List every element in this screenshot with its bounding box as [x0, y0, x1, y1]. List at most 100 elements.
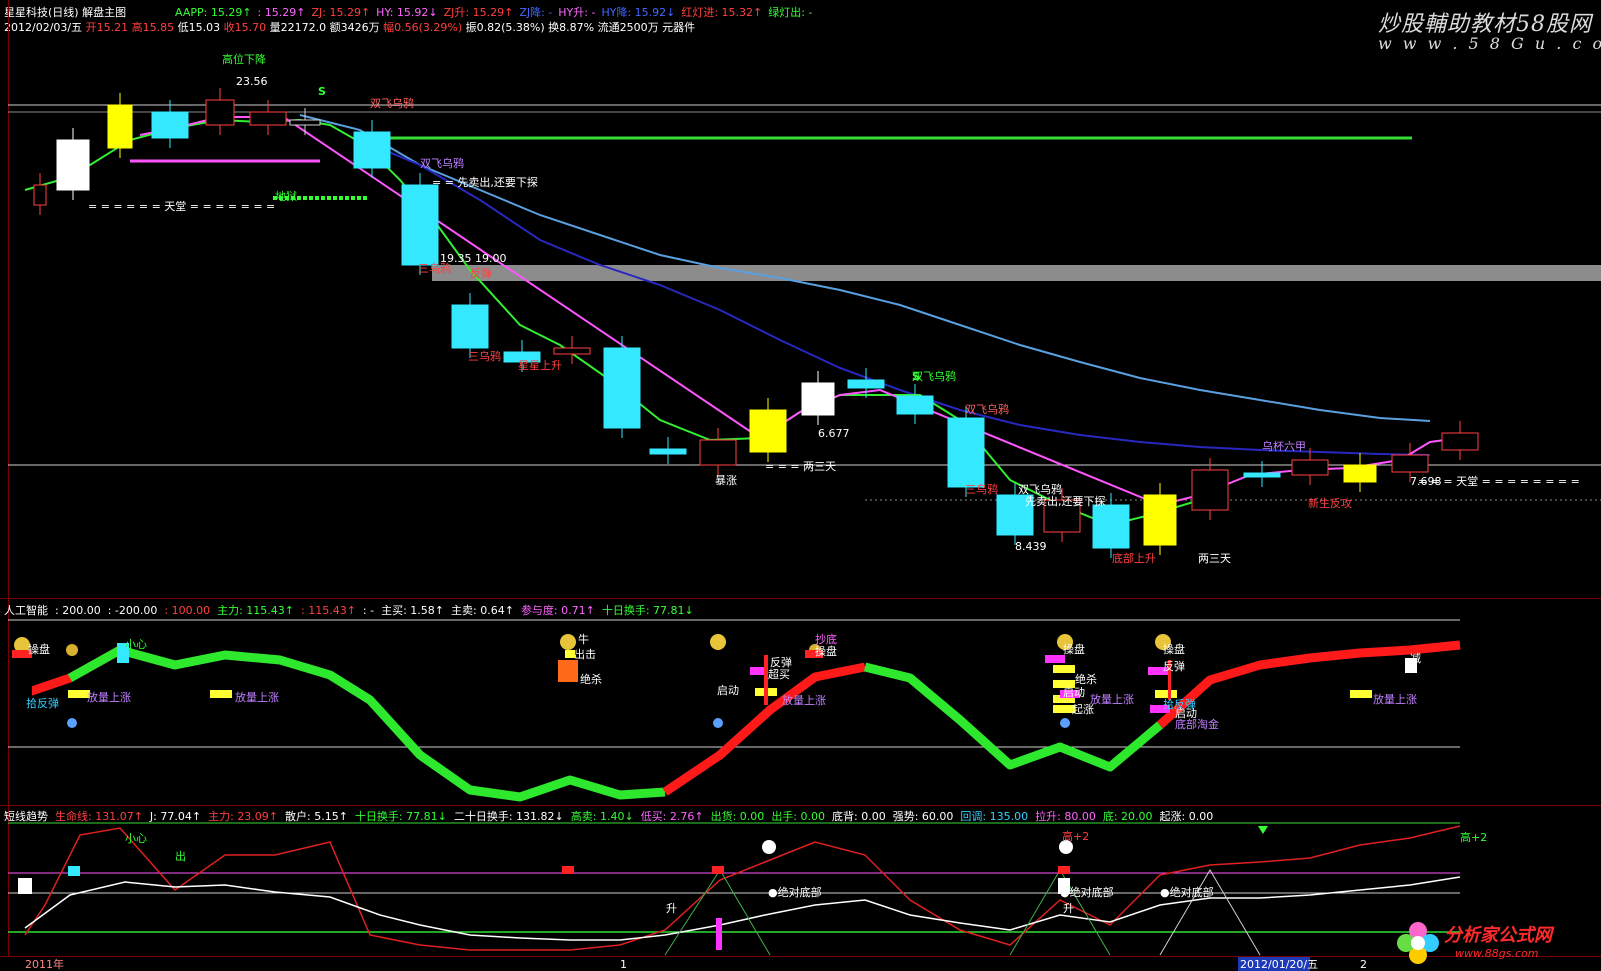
- indicator-value: 底背: 0.00: [832, 810, 886, 823]
- annotation-label: 双飞乌鸦: [370, 96, 414, 110]
- signal-label: 高+2: [1460, 830, 1487, 844]
- time-axis: 2011年 1 2012/01/20/五 2: [25, 957, 1367, 971]
- signal-label: 升: [1063, 902, 1074, 915]
- signal-block: [210, 690, 232, 698]
- annotation-label: 底部上升: [1112, 551, 1156, 565]
- candle-body[interactable]: [1441, 432, 1479, 451]
- candle-body[interactable]: [249, 111, 287, 126]
- signal-block: [1155, 690, 1177, 698]
- ai-indicator-values: 人工智能: 200.00: -200.00: 100.00 主力: 115.43↑…: [4, 604, 701, 617]
- indicator-value: 高卖: 1.40↓: [570, 810, 634, 823]
- price-label: 19.35 19.00: [440, 252, 506, 265]
- annotation-label: 乌杯六甲: [1262, 439, 1306, 453]
- candle-body[interactable]: [847, 379, 885, 389]
- annotation-label: S: [318, 85, 326, 98]
- annotation-label: 双飞乌鸦: [420, 156, 464, 170]
- candle-body[interactable]: [801, 382, 835, 416]
- signal-block: [1350, 690, 1372, 698]
- candle-body[interactable]: [699, 439, 737, 466]
- indicator-value: : 200.00: [55, 604, 101, 617]
- annotation-label: 高位下降: [222, 52, 266, 66]
- ball-icon: [713, 718, 723, 728]
- candle-body[interactable]: [289, 119, 321, 126]
- candle-body[interactable]: [33, 184, 47, 206]
- signal-label: 升: [666, 902, 677, 915]
- candle-body[interactable]: [1191, 469, 1229, 511]
- candle-body[interactable]: [553, 347, 591, 355]
- signal-label: ●绝对底部: [1060, 885, 1114, 899]
- price-label: 6.677: [818, 427, 850, 440]
- signal-block: [18, 878, 32, 894]
- annotation-label: = = = 天堂 = = = = = = = =: [1418, 475, 1580, 488]
- triangle-mark: [1159, 869, 1261, 956]
- candle-body[interactable]: [603, 347, 641, 429]
- ball-icon: [67, 718, 77, 728]
- candle-body[interactable]: [451, 304, 489, 349]
- signal-label: 小心: [125, 832, 147, 845]
- ball-icon: [1060, 718, 1070, 728]
- signal-block: [562, 866, 574, 874]
- time-label: 2011年: [25, 957, 64, 971]
- signal-label: 放量上涨: [87, 690, 131, 704]
- signal-label: 反弹: [1163, 659, 1185, 673]
- candle-body[interactable]: [151, 111, 189, 139]
- indicator-value: 拉升: 80.00: [1035, 810, 1096, 823]
- signal-block: [558, 660, 578, 682]
- signal-label: 操盘: [28, 642, 50, 656]
- annotation-label: 三乌鸦: [468, 349, 501, 363]
- signal-label: 反弹: [770, 655, 792, 669]
- annotation-label: = = = = = = 天堂 = = = = = = =: [88, 200, 275, 213]
- indicator-value: 出手: 0.00: [771, 810, 826, 823]
- main-annotations: 高位下降 S 双飞乌鸦 双飞乌鸦 = = 先卖出,还要下探 = = = = = …: [88, 52, 1580, 565]
- signal-label: 抄底: [815, 632, 837, 646]
- annotation-label: 先卖出,还要下探: [1025, 494, 1106, 508]
- annotation-label: 两三天: [1198, 552, 1231, 565]
- signal-block: [716, 918, 722, 950]
- annotation-label: = = = 两三天: [765, 460, 836, 473]
- candle-body[interactable]: [1391, 454, 1429, 473]
- indicator-value: 起涨: 0.00: [1159, 810, 1214, 823]
- candle-body[interactable]: [56, 139, 90, 191]
- signal-label: 减: [1410, 652, 1421, 665]
- candle-body[interactable]: [1243, 472, 1281, 478]
- candle-body[interactable]: [947, 417, 985, 488]
- candle-body[interactable]: [1343, 464, 1377, 483]
- candle-body[interactable]: [749, 409, 787, 453]
- chart-canvas[interactable]: 高位下降 S 双飞乌鸦 双飞乌鸦 = = 先卖出,还要下探 = = = = = …: [0, 0, 1601, 971]
- watermark-bottom-cn: 分析家公式网: [1444, 925, 1552, 946]
- candle-body[interactable]: [649, 448, 687, 455]
- candlestick-series[interactable]: [33, 88, 1479, 558]
- indicator-value: 主力: 115.43↑: [217, 604, 294, 617]
- candle-body[interactable]: [1143, 494, 1177, 546]
- candle-body[interactable]: [896, 395, 934, 415]
- candle-body[interactable]: [353, 131, 391, 169]
- signal-label: 牛: [578, 632, 589, 646]
- candle-body[interactable]: [401, 184, 439, 266]
- signal-label: 放量上涨: [235, 690, 279, 704]
- signal-label: 启动: [717, 684, 739, 697]
- ai-line-green[interactable]: [863, 662, 1163, 772]
- indicator-value: 散户: 5.15↑: [285, 810, 348, 823]
- indicator-value: 参与度: 0.71↑: [520, 604, 595, 617]
- plus-circle-icon: [762, 840, 776, 854]
- indicator-value: 低买: 2.76↑: [640, 810, 704, 823]
- signal-label: ●绝对底部: [768, 885, 822, 899]
- signal-label: 超买: [768, 667, 790, 681]
- signal-block: [1045, 655, 1065, 663]
- candle-body[interactable]: [107, 104, 133, 149]
- signal-label: 放量上涨: [1090, 692, 1134, 706]
- candle-body[interactable]: [1291, 459, 1329, 476]
- down-arrow-icon: [1258, 826, 1268, 834]
- price-label: 23.56: [236, 75, 268, 88]
- candle-body[interactable]: [1092, 504, 1130, 549]
- signal-label: 操盘: [1063, 642, 1085, 656]
- annotation-label: 反弹: [470, 266, 492, 280]
- annotation-label: 星星上升: [518, 359, 562, 372]
- trend-indicator-values: 短线趋势 生命线: 131.07↑ J: 77.04↑ 主力: 23.09↑ 散户: 5…: [4, 810, 1220, 823]
- candle-body[interactable]: [205, 99, 235, 126]
- price-label: 7.698: [1410, 475, 1442, 488]
- signal-label: 拾反弹: [26, 696, 59, 710]
- signal-block: [712, 866, 724, 874]
- time-label: 2: [1360, 958, 1367, 971]
- indicator-value: 人工智能: [4, 604, 48, 617]
